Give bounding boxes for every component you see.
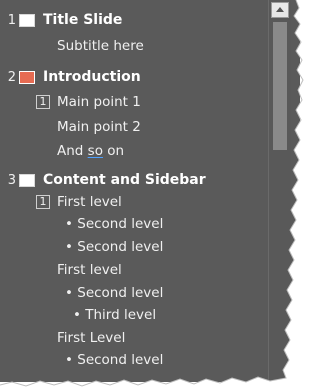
torn-edge-decoration xyxy=(0,0,322,387)
